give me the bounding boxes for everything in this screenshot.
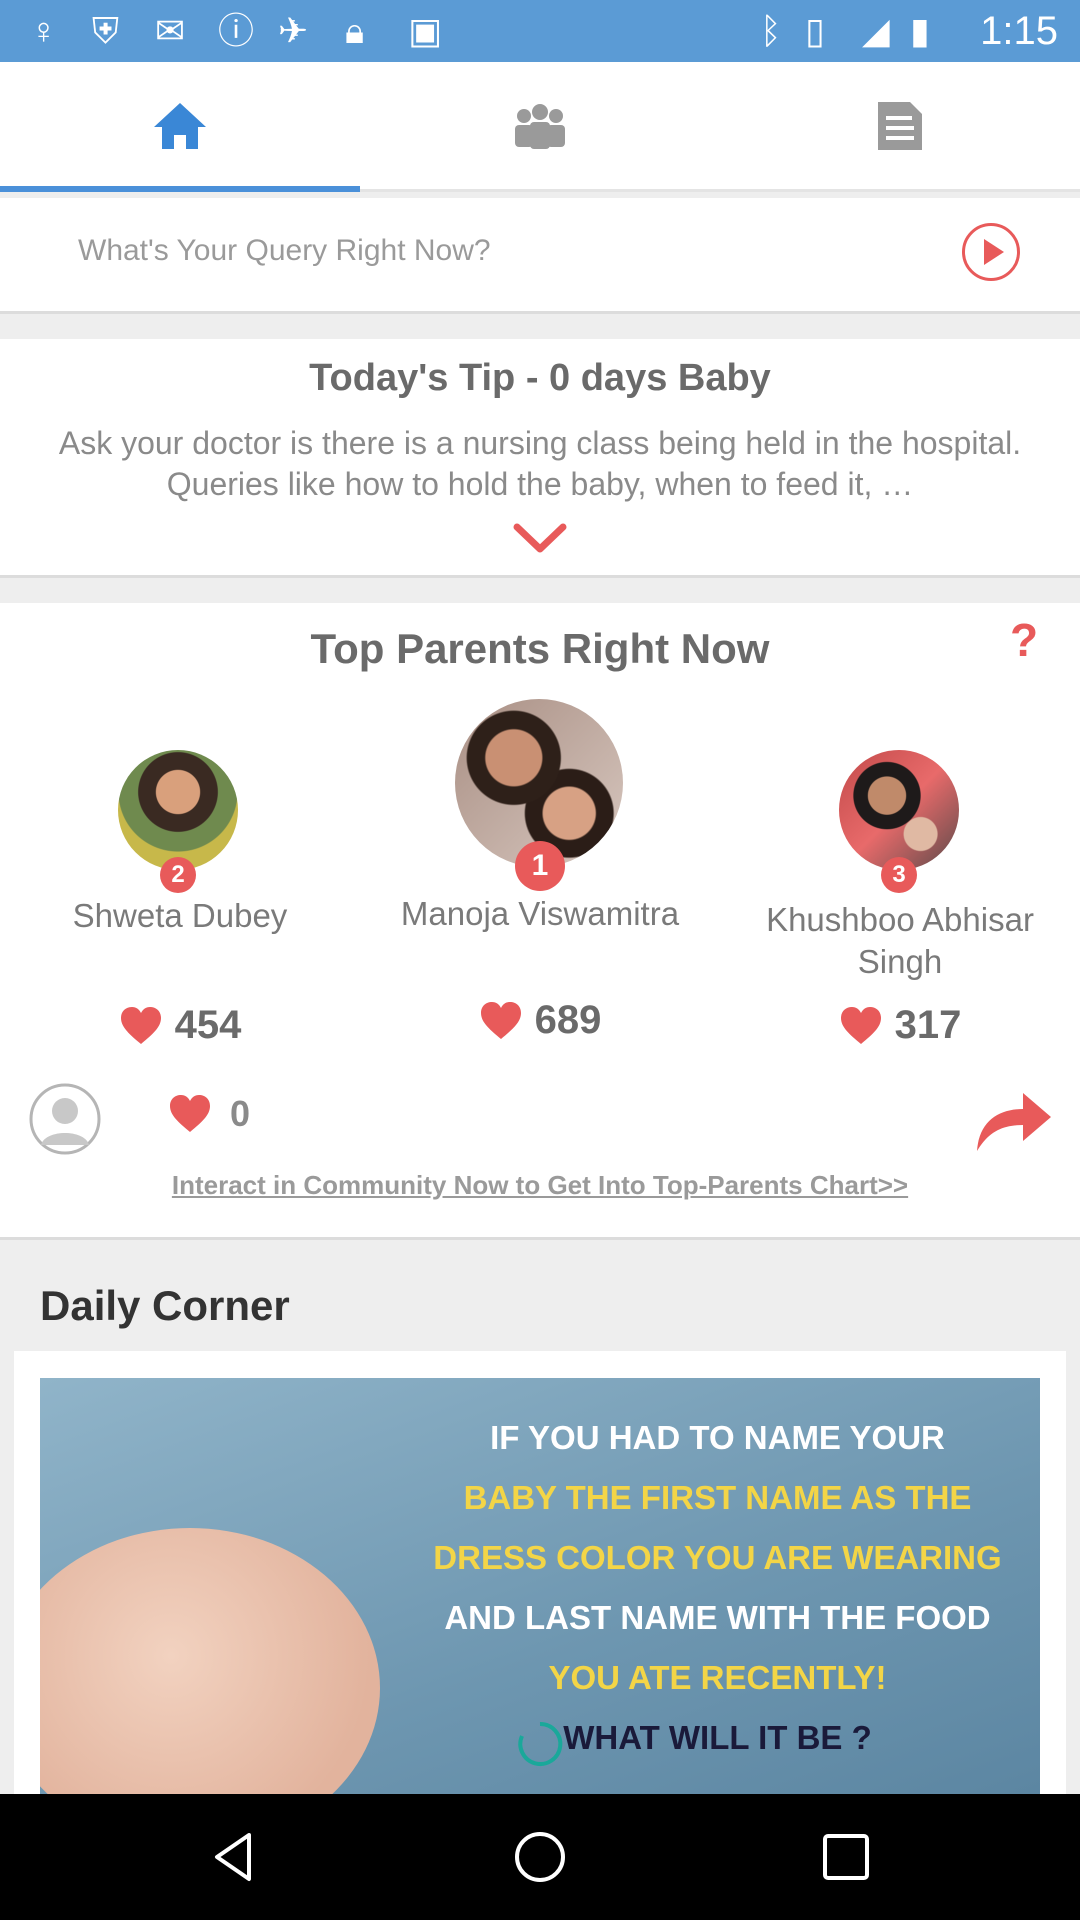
avatar [118,750,238,870]
likes-number: 689 [534,998,602,1042]
send-query-button[interactable] [962,223,1020,281]
query-bar[interactable]: What's Your Query Right Now? [0,198,1080,314]
satellite-icon: ✈ [278,10,309,51]
signal-icon: ◢ [862,10,890,51]
back-icon[interactable] [205,1829,261,1885]
loading-spinner-icon [518,1721,563,1766]
query-input[interactable]: What's Your Query Right Now? [78,234,491,268]
article-icon [878,101,922,150]
heart-icon [480,1001,521,1039]
active-tab-indicator [0,186,360,192]
user-avatar-placeholder-icon[interactable] [29,1083,101,1155]
parent-name: Shweta Dubey [72,897,288,934]
android-icon: ▣ [408,10,443,51]
share-arrow-icon[interactable] [973,1087,1053,1153]
tip-card: Today's Tip - 0 days Baby Ask your docto… [0,339,1080,578]
tab-community[interactable] [360,62,720,189]
daily-corner-image[interactable]: IF YOU HAD TO NAME YOUR BABY THE FIRST N… [40,1378,1040,1794]
top-parents-card: Top Parents Right Now ? 2 Shweta Dubey 4… [0,603,1080,1240]
mail-icon: ✉ [155,10,186,51]
daily-corner-title: Daily Corner [40,1282,290,1329]
clock: 1:15 [980,9,1058,53]
vibrate-icon: ▯ [805,10,825,51]
lock-icon: 🔒︎ [345,10,365,51]
tip-body: Ask your doctor is there is a nursing cl… [58,425,1022,502]
daily-image-text: IF YOU HAD TO NAME YOUR BABY THE FIRST N… [433,1419,1002,1756]
parent-card-manoja[interactable]: 1 Manoja Viswamitra 689 [375,603,705,1063]
parent-card-khushboo[interactable]: 3 Khushboo Abhisar Singh 317 [735,603,1065,1063]
rank-badge: 1 [515,841,565,891]
avatar [839,750,959,870]
pregnancy-app-icon: ♀ [30,10,57,51]
tab-bar [0,62,1080,192]
likes-count: 454 [15,1003,345,1048]
people-icon [515,103,565,149]
tab-articles[interactable] [720,62,1080,189]
heart-icon [120,1006,161,1044]
likes-count: 689 [375,998,705,1043]
info-circle-icon: ⓘ [218,10,255,51]
heart-icon [840,1006,881,1044]
interact-community-link[interactable]: Interact in Community Now to Get Into To… [0,1170,1080,1201]
status-bar: ♀ ⛨ ✉ ⓘ ✈ 🔒︎ ▣ ᛒ ▯ ◢ ▮ 1:15 [0,0,1080,62]
heart-icon [170,1095,210,1132]
parent-name: Manoja Viswamitra [400,895,680,932]
tip-title: Today's Tip - 0 days Baby [309,357,771,399]
likes-count: 317 [735,1003,1065,1048]
my-likes: 0 [168,1093,250,1135]
rank-badge: 3 [881,857,917,893]
shield-icon: ⛨ [92,10,120,51]
my-likes-number: 0 [230,1093,251,1134]
play-icon [984,239,1004,265]
tab-home[interactable] [0,62,360,192]
baby-photo [40,1528,380,1794]
recents-icon[interactable] [818,1829,874,1885]
battery-icon: ▮ [910,10,930,51]
bluetooth-icon: ᛒ [760,10,782,51]
parent-card-shweta[interactable]: 2 Shweta Dubey 454 [15,603,345,1063]
likes-number: 317 [894,1003,962,1047]
rank-badge: 2 [160,857,196,893]
likes-number: 454 [174,1003,242,1047]
home-icon [154,102,206,149]
system-nav-bar [0,1794,1080,1920]
parent-name: Khushboo Abhisar Singh [766,901,1034,980]
chevron-down-icon[interactable] [513,523,567,553]
home-button-icon[interactable] [512,1829,568,1885]
